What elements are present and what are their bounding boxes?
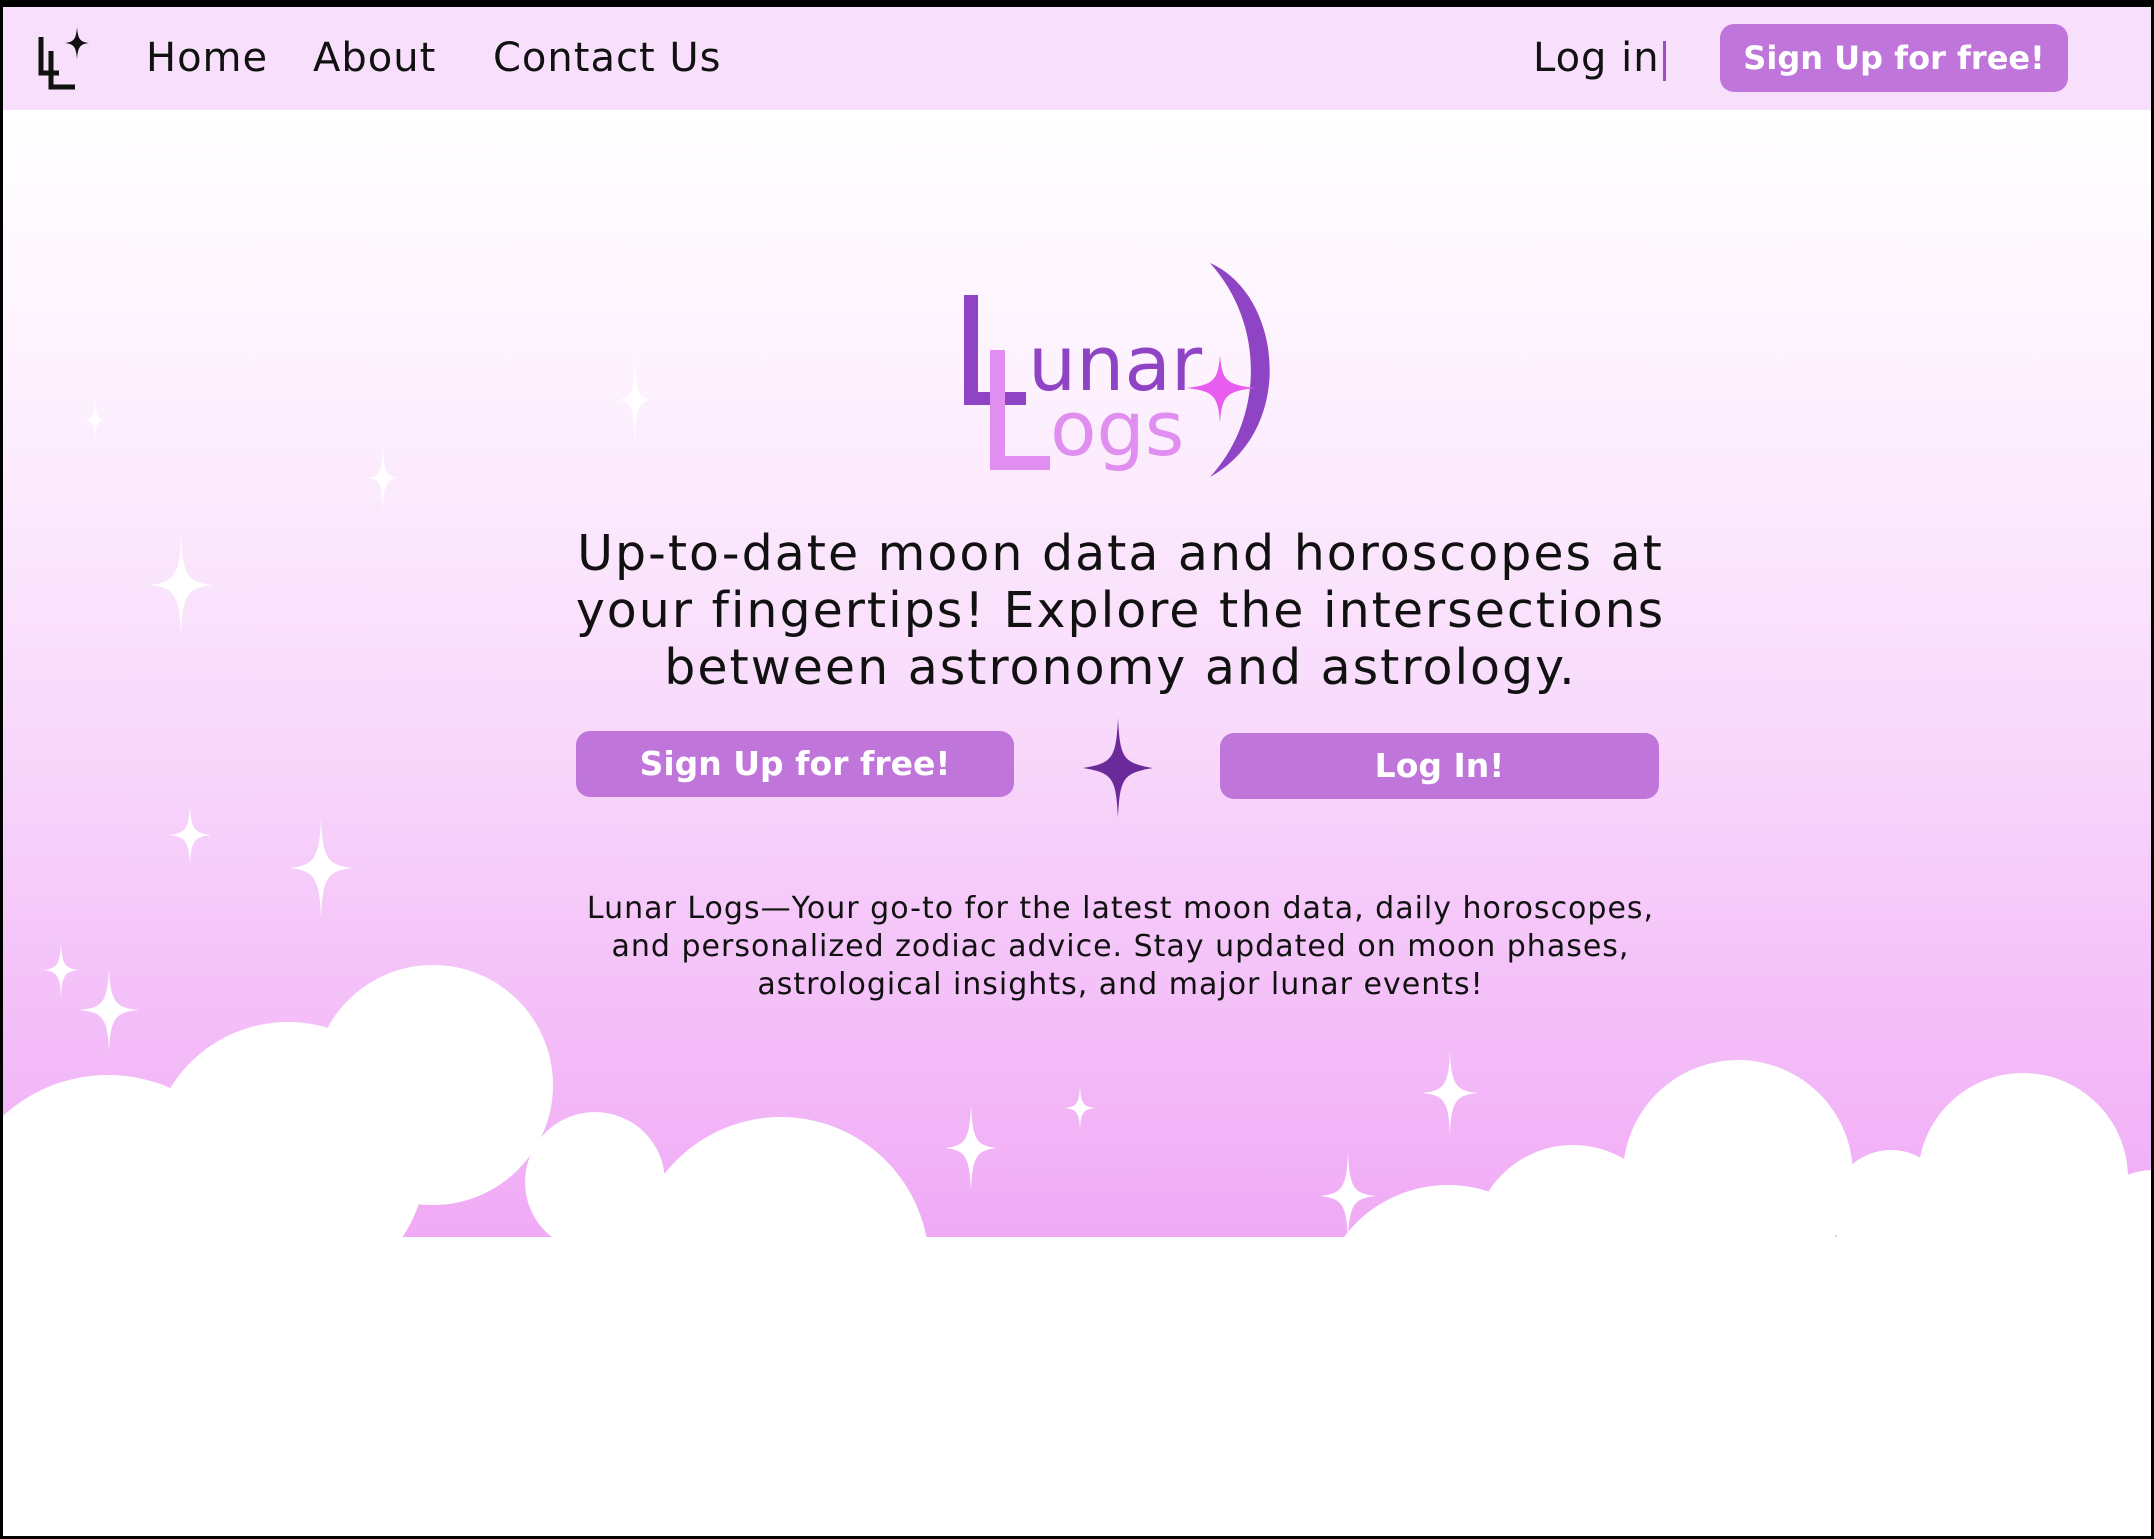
lunar-logs-monogram-icon[interactable] bbox=[33, 25, 93, 97]
nav-signup-button[interactable]: Sign Up for free! bbox=[1720, 24, 2068, 92]
hero-description: Lunar Logs—Your go-to for the latest moo… bbox=[586, 891, 1655, 1002]
lunar-logs-logo: unar ogs bbox=[958, 255, 1298, 485]
nav-about-link[interactable]: About bbox=[313, 35, 436, 81]
top-navigation-bar: Home About Contact Us Log in Sign Up for… bbox=[3, 7, 2151, 110]
nav-home-link[interactable]: Home bbox=[146, 35, 268, 81]
lunar-logs-logo-graphic: unar ogs bbox=[964, 263, 1270, 477]
nav-login-link[interactable]: Log in bbox=[1533, 35, 1660, 81]
hero-login-button[interactable]: Log In! bbox=[1220, 733, 1659, 799]
page-frame: Home About Contact Us Log in Sign Up for… bbox=[0, 0, 2154, 1539]
hero-signup-button[interactable]: Sign Up for free! bbox=[576, 731, 1014, 797]
nav-contact-link[interactable]: Contact Us bbox=[493, 35, 721, 81]
nav-divider bbox=[1663, 41, 1666, 81]
sparkle-star-icon bbox=[1083, 718, 1153, 818]
window-top-border bbox=[3, 0, 2151, 7]
hero-tagline: Up-to-date moon data and horoscopes at y… bbox=[575, 525, 1666, 696]
logo-word-ogs: ogs bbox=[1050, 384, 1184, 473]
